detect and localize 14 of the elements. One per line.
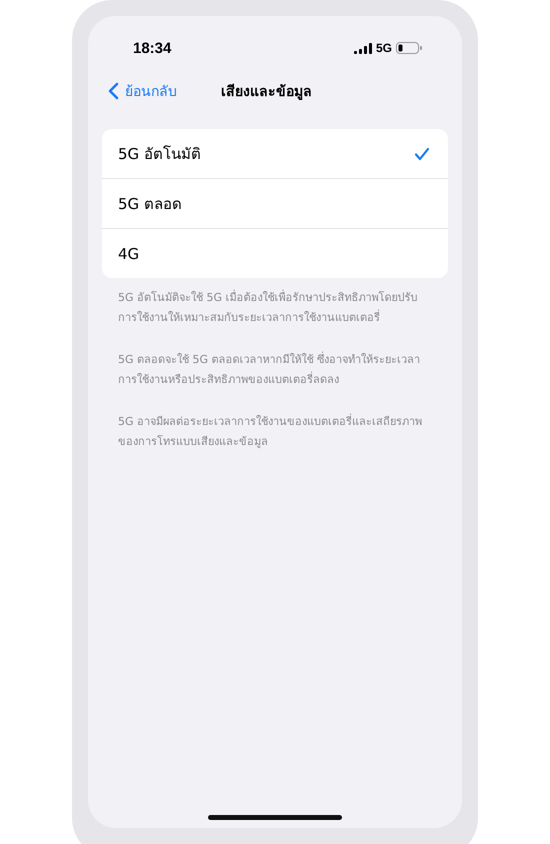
status-time: 18:34 (133, 40, 172, 56)
battery-icon (396, 42, 422, 54)
footnote-text: 5G อาจมีผลต่อระยะเวลาการใช้งานของแบตเตอรี่และเสถียรภาพของการโทรแบบเสียงและข้อมูล (118, 412, 424, 450)
footnote-text: 5G ตลอดจะใช้ 5G ตลอดเวลาหากมีให้ใช้ ซึ่งอาจทำให้ระยะเวลาการใช้งานหรือประสิทธิภาพของแบตเตอรี่ลดลง (118, 350, 422, 388)
footnote-text: 5G อัตโนมัติจะใช้ 5G เมื่อต้องใช้เพื่อรักษาประสิทธิภาพโดยปรับการใช้งานให้เหมาะสมกับระยะเวลาการใช้งานแบตเตอรี่ (118, 288, 419, 326)
page-title: เสียงและข้อมูล (221, 82, 312, 102)
network-label: 5G (376, 41, 392, 55)
option-row[interactable]: 5G อัตโนมัติ (102, 129, 448, 178)
option-row[interactable]: 5G ตลอด (102, 178, 448, 228)
back-button[interactable]: ย้อนกลับ (102, 80, 177, 102)
option-row[interactable]: 4G (102, 228, 448, 278)
chevron-left-icon (108, 82, 119, 100)
checkmark-icon (414, 146, 430, 160)
signal-icon (354, 42, 372, 54)
